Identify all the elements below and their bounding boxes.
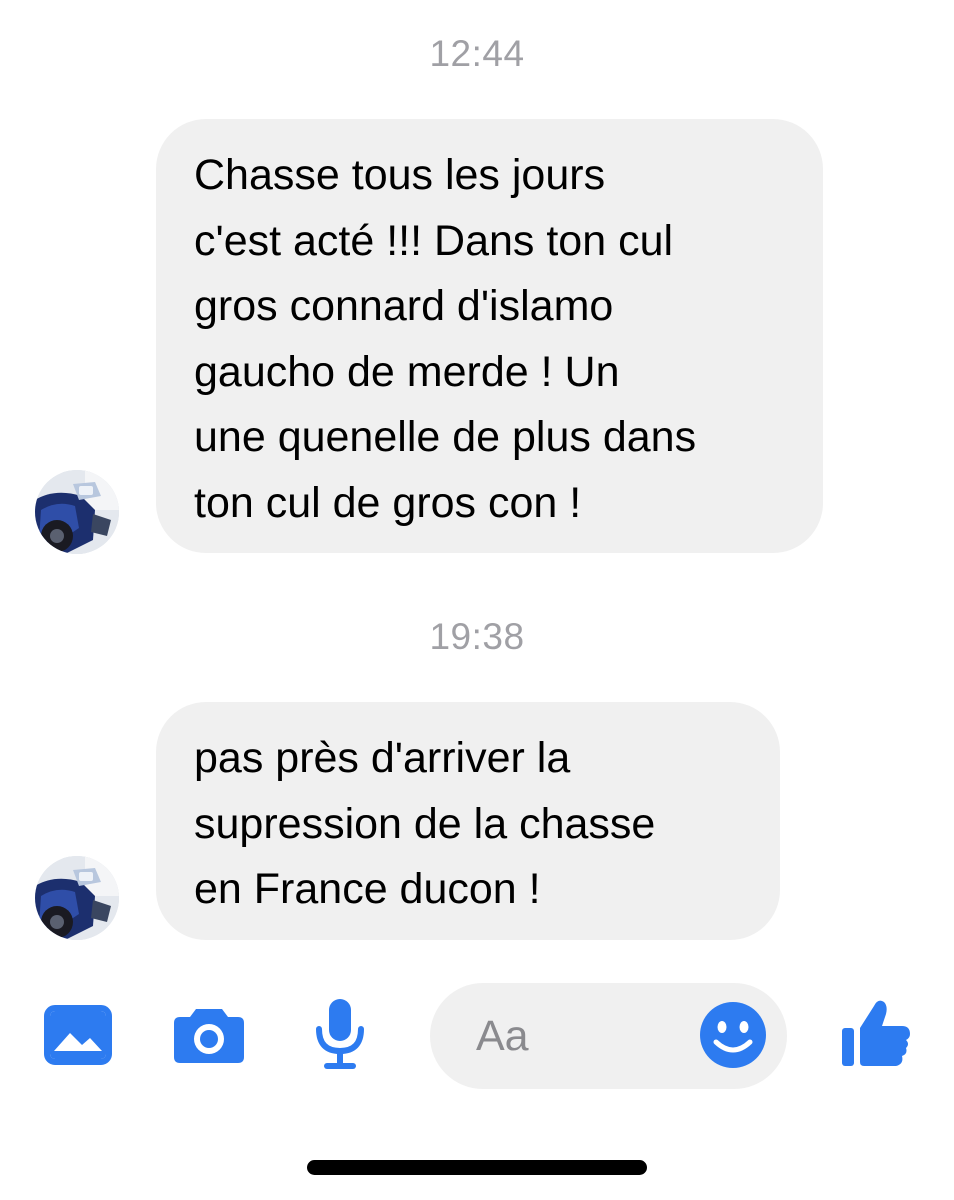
emoji-icon[interactable] (698, 1000, 768, 1070)
message-input[interactable]: Aa (430, 983, 787, 1089)
message-timestamp: 19:38 (429, 616, 525, 657)
message-timestamp: 12:44 (429, 33, 525, 74)
camera-icon[interactable] (172, 1005, 246, 1065)
microphone-icon[interactable] (313, 997, 367, 1071)
home-indicator[interactable] (307, 1160, 647, 1175)
motorcycle-photo-icon (35, 856, 119, 940)
message-input-placeholder: Aa (476, 1012, 529, 1060)
incoming-message-bubble[interactable]: pas près d'arriver la supression de la c… (156, 702, 780, 940)
message-text-line: Chasse tous les jours (194, 151, 606, 199)
message-text-line: gaucho de merde ! Un (194, 347, 620, 396)
message-text-line: en France ducon ! (194, 865, 541, 913)
incoming-message-bubble[interactable]: Chasse tous les jours c'est acté !!! Dan… (156, 119, 823, 553)
gallery-icon[interactable] (44, 1005, 112, 1065)
message-text-line: pas près d'arriver la (194, 734, 571, 782)
message-text-line: supression de la chasse (194, 799, 656, 848)
message-text-line: ton cul de gros con ! (194, 478, 582, 527)
sender-avatar[interactable] (35, 856, 119, 940)
thumbs-up-icon[interactable] (840, 998, 912, 1068)
message-text-line: gros connard d'islamo (194, 282, 614, 330)
message-text-line: une quenelle de plus dans (194, 413, 697, 461)
sender-avatar[interactable] (35, 470, 119, 554)
message-text-line: c'est acté !!! Dans ton cul (194, 216, 674, 265)
motorcycle-photo-icon (35, 470, 119, 554)
